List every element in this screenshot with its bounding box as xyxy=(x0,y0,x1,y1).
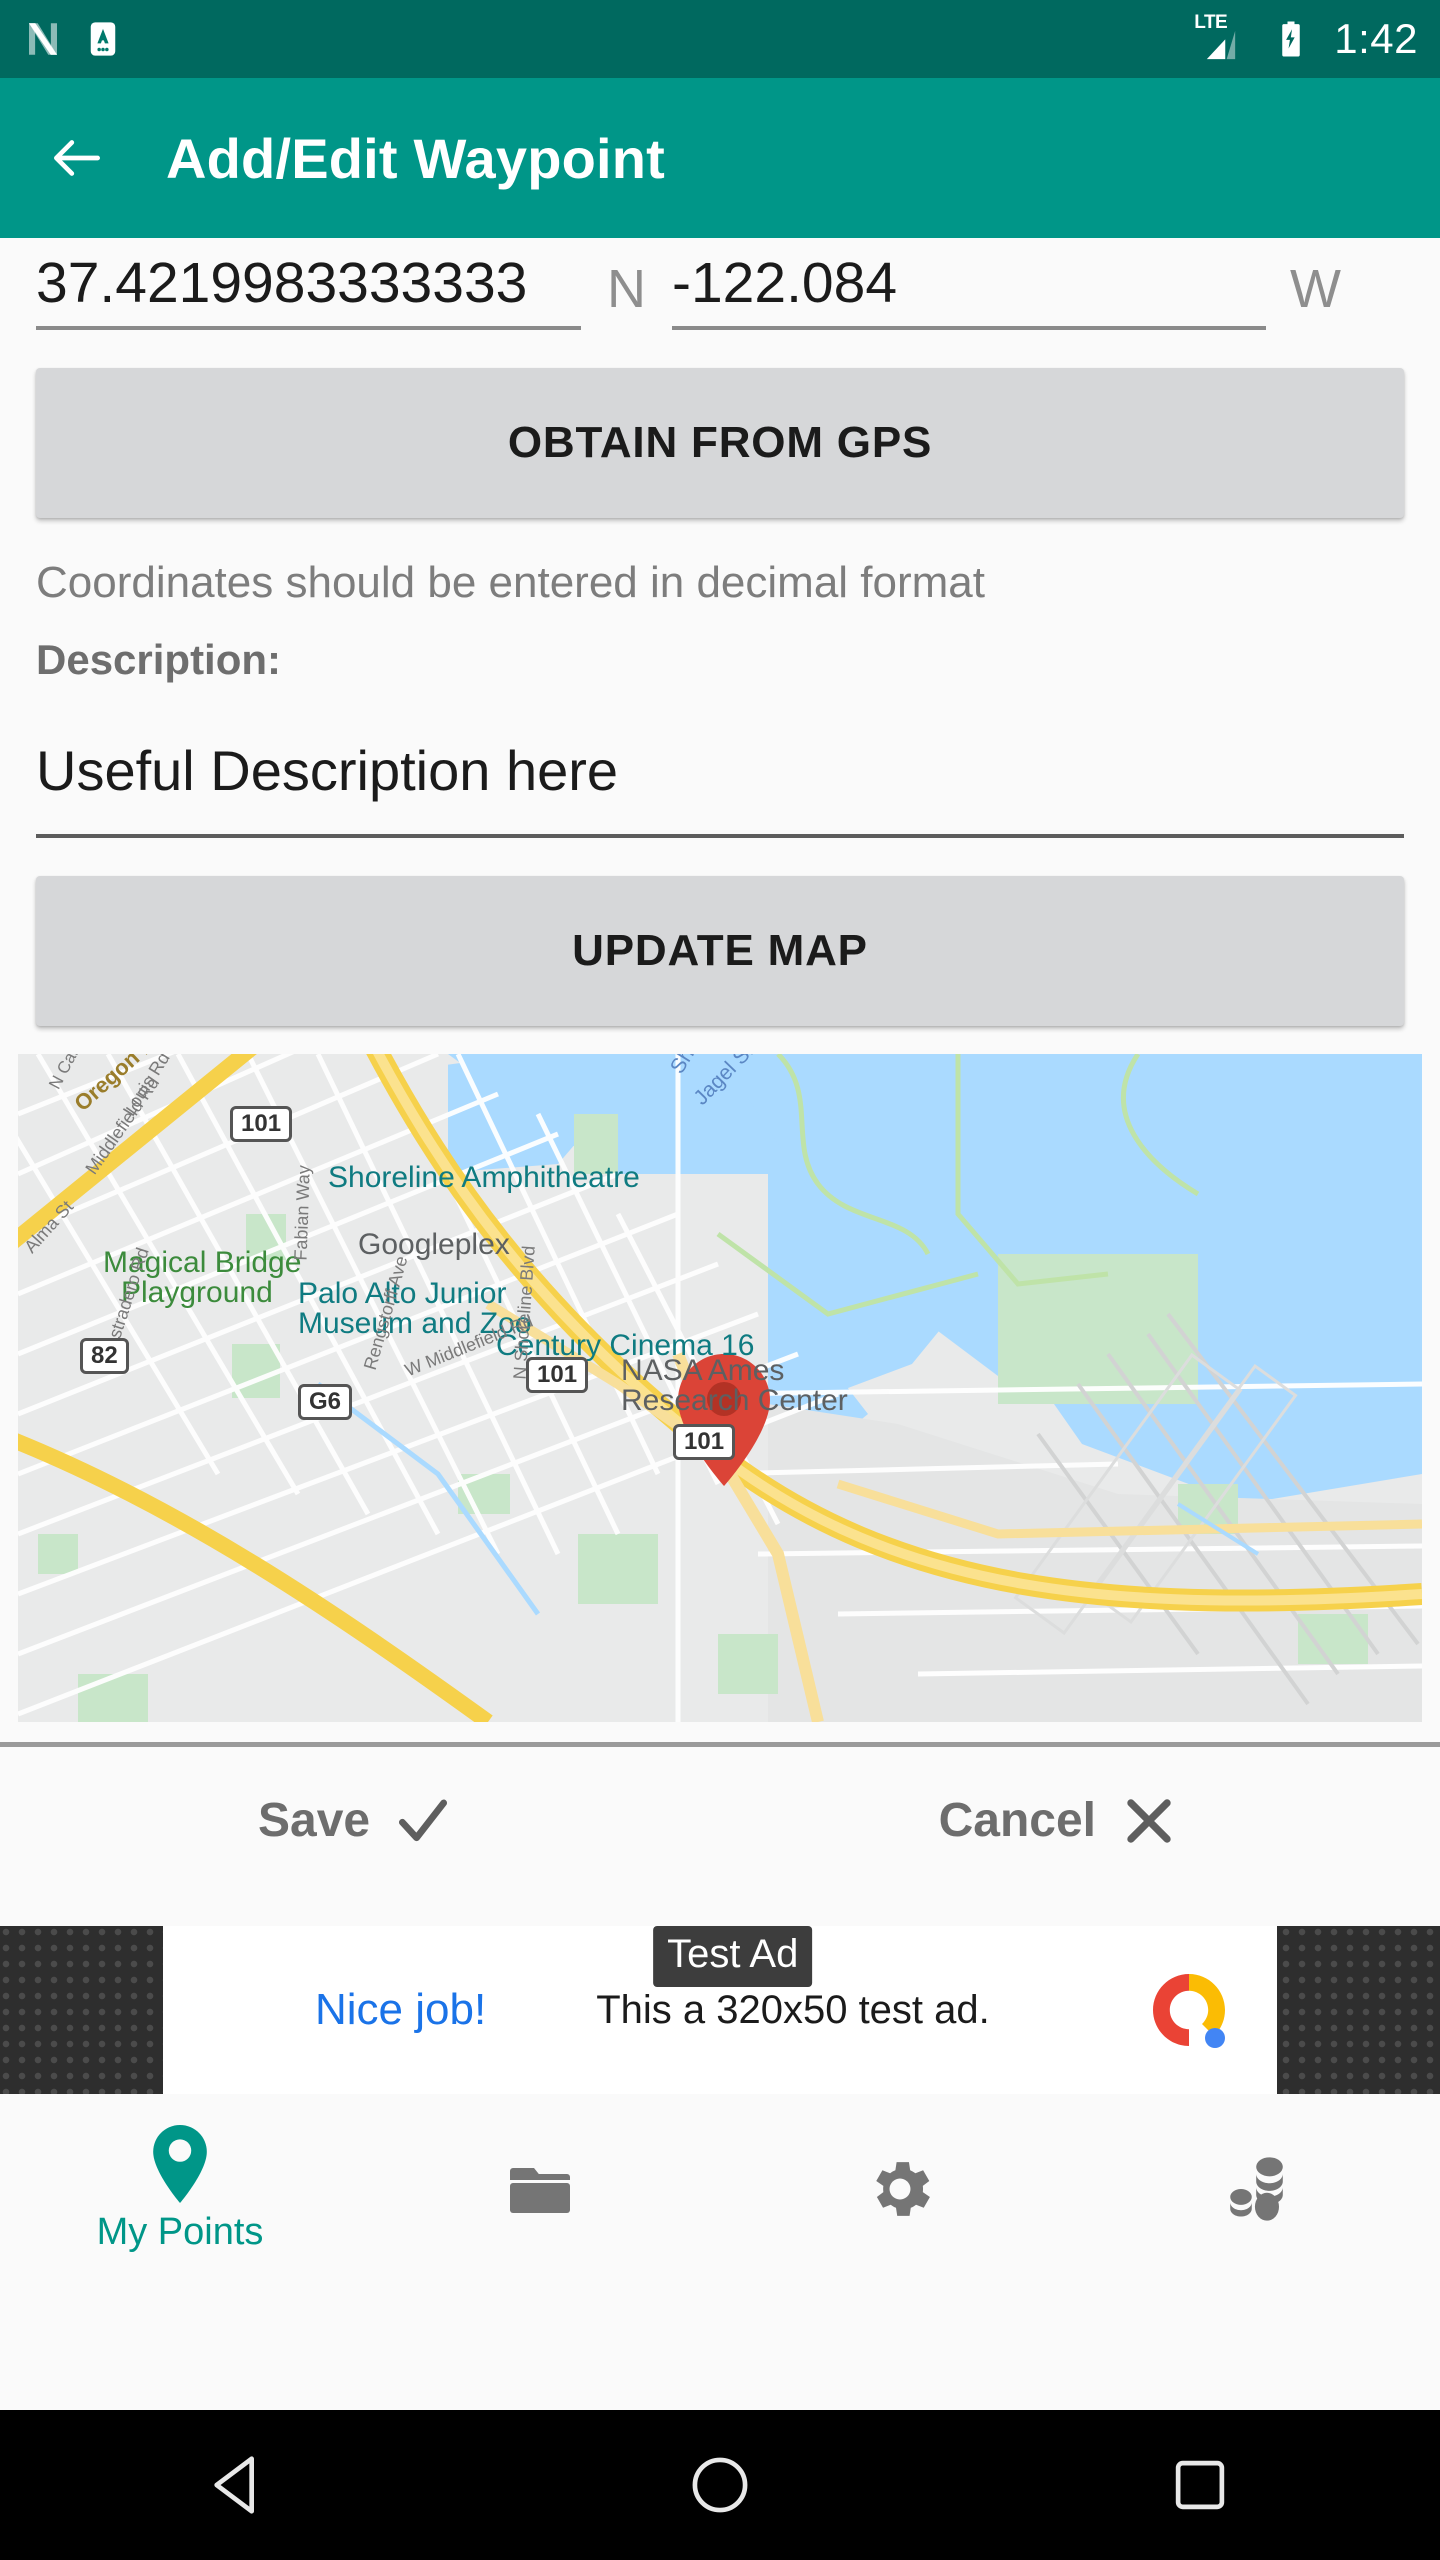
longitude-hemisphere-label: W xyxy=(1290,259,1341,319)
latitude-input[interactable] xyxy=(36,250,581,330)
coordinate-row: N W xyxy=(0,238,1440,330)
circle-home-icon[interactable] xyxy=(685,2450,755,2520)
route-shield: 101 xyxy=(526,1357,589,1393)
latitude-hemisphere-label: N xyxy=(607,259,646,319)
action-bar: Save Cancel xyxy=(0,1742,1440,1894)
coins-icon xyxy=(1230,2157,1283,2221)
map-pin-icon xyxy=(153,2124,207,2203)
page-title: Add/Edit Waypoint xyxy=(166,126,666,190)
ad-container: Nice job! This a 320x50 test ad. Test Ad xyxy=(0,1926,1440,2094)
latitude-field[interactable] xyxy=(36,250,581,330)
nav-item-coins[interactable] xyxy=(1080,2094,1440,2284)
admob-logo xyxy=(1153,1974,1225,2048)
longitude-underline xyxy=(672,326,1266,330)
update-map-button[interactable]: UPDATE MAP xyxy=(36,876,1404,1026)
longitude-field[interactable] xyxy=(672,250,1266,330)
app-bar: Add/Edit Waypoint xyxy=(0,78,1440,238)
cancel-button[interactable]: Cancel xyxy=(939,1790,1180,1852)
folder-icon xyxy=(510,2168,570,2213)
nav-item-settings[interactable] xyxy=(720,2094,1080,2284)
nav-item-my-points[interactable]: My Points xyxy=(0,2094,360,2284)
obtain-from-gps-button[interactable]: OBTAIN FROM GPS xyxy=(36,368,1404,518)
nav-item-folder[interactable] xyxy=(360,2094,720,2284)
status-bar-notifications xyxy=(22,18,124,60)
bottom-navigation: My Points xyxy=(0,2094,1440,2284)
latitude-underline xyxy=(36,326,581,330)
ad-body-text: This a 320x50 test ad. xyxy=(596,1987,990,2032)
status-bar-clock: 1:42 xyxy=(1334,15,1418,62)
ad-cta-text[interactable]: Nice job! xyxy=(315,1985,486,2035)
signal-bars-icon: LTE xyxy=(1194,12,1254,62)
checkmark-icon xyxy=(399,1799,448,1841)
map-preview[interactable]: Shoreline Amphitheatre Googleplex Magical … xyxy=(18,1054,1422,1722)
save-label: Save xyxy=(258,1794,371,1847)
route-shield: 82 xyxy=(80,1338,129,1374)
route-shield: 101 xyxy=(230,1106,293,1142)
description-input[interactable] xyxy=(36,738,1404,819)
nav-label-my-points: My Points xyxy=(96,2210,264,2253)
android-nougat-logo xyxy=(29,23,57,55)
battery-charging-icon xyxy=(1282,21,1300,57)
scroll-content: N W OBTAIN FROM GPS Coordinates should b… xyxy=(0,238,1440,2560)
map-graphics xyxy=(18,1054,1422,1722)
save-button[interactable]: Save xyxy=(258,1790,454,1852)
longitude-input[interactable] xyxy=(672,250,1266,330)
description-underline xyxy=(36,834,1404,838)
route-shield: G6 xyxy=(298,1384,353,1420)
gear-icon xyxy=(876,2162,930,2216)
close-x-icon xyxy=(1127,1798,1171,1843)
triangle-back-icon[interactable] xyxy=(205,2450,275,2520)
back-arrow-icon[interactable] xyxy=(46,127,108,189)
status-bar-indicators: LTE 1:42 xyxy=(1194,12,1418,63)
ad-banner[interactable]: Nice job! This a 320x50 test ad. Test Ad xyxy=(163,1926,1277,2094)
cancel-label: Cancel xyxy=(938,1794,1096,1847)
status-bar: LTE 1:42 xyxy=(0,0,1440,78)
system-navigation-bar xyxy=(0,2410,1440,2560)
app-notification-icon xyxy=(90,22,116,56)
ad-test-badge: Test Ad xyxy=(653,1926,813,1987)
route-shield: 101 xyxy=(673,1424,736,1460)
description-field[interactable] xyxy=(36,738,1404,838)
description-label: Description: xyxy=(36,636,282,683)
square-recents-icon[interactable] xyxy=(1165,2450,1235,2520)
coordinates-helper-text: Coordinates should be entered in decimal… xyxy=(36,558,985,607)
